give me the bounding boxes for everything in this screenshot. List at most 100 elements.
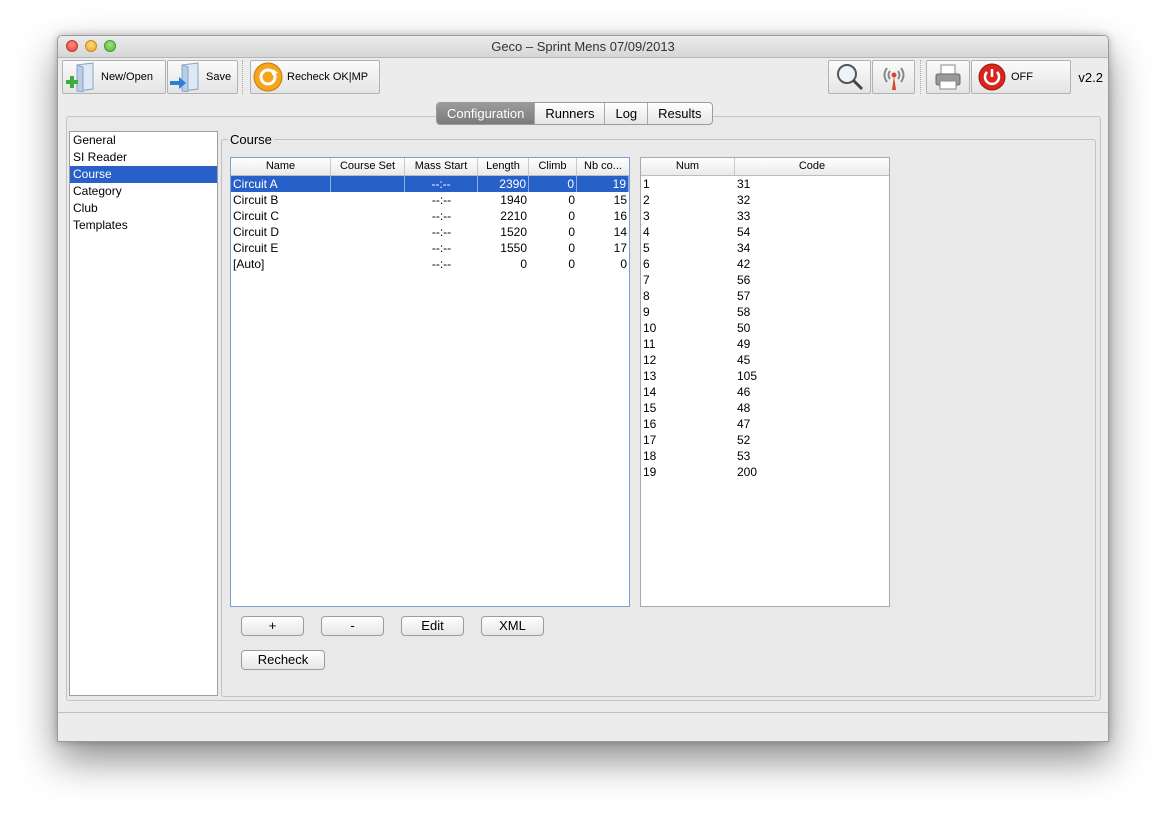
table-cell: --:-- bbox=[431, 225, 452, 239]
table-cell: --:-- bbox=[431, 241, 452, 255]
column-header-code[interactable]: Code bbox=[735, 158, 889, 175]
table-row[interactable]: 6 42 bbox=[641, 256, 889, 272]
close-window-button[interactable] bbox=[66, 40, 78, 52]
table-row[interactable]: [Auto] --:-- 0 0 0 bbox=[231, 256, 629, 272]
table-cell: 3 bbox=[643, 209, 650, 223]
status-bar bbox=[58, 712, 1108, 741]
new-open-button[interactable]: New/Open bbox=[62, 60, 166, 94]
station-button[interactable] bbox=[872, 60, 915, 94]
column-header-course-set[interactable]: Course Set bbox=[331, 158, 405, 175]
table-cell: 0 bbox=[568, 225, 575, 239]
app-window: Geco – Sprint Mens 07/09/2013 New/Open S… bbox=[57, 35, 1109, 742]
tab-runners[interactable]: Runners bbox=[534, 103, 604, 124]
tab-log[interactable]: Log bbox=[604, 103, 647, 124]
column-header-climb[interactable]: Climb bbox=[529, 158, 577, 175]
table-cell: 47 bbox=[737, 417, 751, 431]
add-course-button[interactable]: + bbox=[241, 616, 304, 636]
table-cell: 2390 bbox=[478, 176, 529, 192]
column-header-mass-start[interactable]: Mass Start bbox=[405, 158, 478, 175]
minimize-window-button[interactable] bbox=[85, 40, 97, 52]
recheck-button[interactable]: Recheck bbox=[241, 650, 325, 670]
recheck-ok-mp-label: Recheck OK|MP bbox=[287, 71, 369, 83]
table-cell: Circuit E bbox=[233, 241, 279, 255]
table-row[interactable]: 7 56 bbox=[641, 272, 889, 288]
table-row[interactable]: 13 105 bbox=[641, 368, 889, 384]
remove-course-button[interactable]: - bbox=[321, 616, 384, 636]
printer-icon bbox=[935, 64, 961, 90]
xml-import-button[interactable]: XML bbox=[481, 616, 544, 636]
nav-item-category[interactable]: Category bbox=[70, 183, 217, 200]
table-cell: 56 bbox=[737, 273, 751, 287]
zoom-window-button[interactable] bbox=[104, 40, 116, 52]
table-cell: 15 bbox=[613, 193, 627, 207]
magnifier-icon bbox=[836, 64, 863, 91]
print-button[interactable] bbox=[926, 60, 970, 94]
table-cell: 0 bbox=[620, 257, 627, 271]
refresh-icon bbox=[253, 62, 283, 92]
edit-course-button[interactable]: Edit bbox=[401, 616, 464, 636]
table-cell: Circuit A bbox=[231, 176, 331, 192]
table-cell: 50 bbox=[737, 321, 751, 335]
table-row[interactable]: Circuit C --:-- 2210 0 16 bbox=[231, 208, 629, 224]
course-group-title: Course bbox=[228, 132, 274, 147]
search-button[interactable] bbox=[828, 60, 871, 94]
new-file-icon bbox=[66, 62, 94, 92]
table-row[interactable]: Circuit E --:-- 1550 0 17 bbox=[231, 240, 629, 256]
table-cell bbox=[331, 192, 405, 208]
table-cell: 1550 bbox=[500, 241, 527, 255]
table-row[interactable]: 14 46 bbox=[641, 384, 889, 400]
table-cell: 0 bbox=[568, 209, 575, 223]
save-label: Save bbox=[206, 71, 232, 83]
recheck-ok-mp-button[interactable]: Recheck OK|MP bbox=[250, 60, 380, 94]
column-header-name[interactable]: Name bbox=[231, 158, 331, 175]
table-row[interactable]: 16 47 bbox=[641, 416, 889, 432]
table-cell: 58 bbox=[737, 305, 751, 319]
table-row[interactable]: 17 52 bbox=[641, 432, 889, 448]
nav-item-course[interactable]: Course bbox=[70, 166, 217, 183]
nav-item-templates[interactable]: Templates bbox=[70, 217, 217, 234]
off-toggle-button[interactable]: OFF bbox=[971, 60, 1071, 94]
table-cell: 105 bbox=[737, 369, 758, 383]
column-header-length[interactable]: Length bbox=[478, 158, 529, 175]
table-cell: 52 bbox=[737, 433, 751, 447]
table-row[interactable]: 3 33 bbox=[641, 208, 889, 224]
column-header-num[interactable]: Num bbox=[641, 158, 735, 175]
column-header-nb-controls[interactable]: Nb co... bbox=[577, 158, 629, 175]
table-row[interactable]: 5 34 bbox=[641, 240, 889, 256]
table-cell: 6 bbox=[643, 257, 650, 271]
table-row[interactable]: 10 50 bbox=[641, 320, 889, 336]
table-cell: 17 bbox=[613, 241, 627, 255]
table-cell: 34 bbox=[737, 241, 751, 255]
table-cell: 33 bbox=[737, 209, 751, 223]
table-row[interactable]: 12 45 bbox=[641, 352, 889, 368]
table-row[interactable]: 18 53 bbox=[641, 448, 889, 464]
tab-results[interactable]: Results bbox=[647, 103, 711, 124]
table-cell: 8 bbox=[643, 289, 650, 303]
table-row[interactable]: 19 200 bbox=[641, 464, 889, 480]
table-cell bbox=[331, 176, 405, 192]
nav-item-club[interactable]: Club bbox=[70, 200, 217, 217]
table-row[interactable]: 9 58 bbox=[641, 304, 889, 320]
toolbar-separator bbox=[920, 60, 921, 94]
table-row[interactable]: 11 49 bbox=[641, 336, 889, 352]
table-row[interactable]: 8 57 bbox=[641, 288, 889, 304]
save-button[interactable]: Save bbox=[167, 60, 238, 94]
table-row[interactable]: Circuit D --:-- 1520 0 14 bbox=[231, 224, 629, 240]
nav-item-general[interactable]: General bbox=[70, 132, 217, 149]
table-row[interactable]: 4 54 bbox=[641, 224, 889, 240]
table-cell: 200 bbox=[737, 465, 758, 479]
version-label: v2.2 bbox=[1078, 70, 1103, 85]
table-cell: --:-- bbox=[431, 209, 452, 223]
table-row[interactable]: Circuit A --:-- 2390 0 19 bbox=[231, 176, 629, 192]
table-row[interactable]: 15 48 bbox=[641, 400, 889, 416]
table-row[interactable]: 2 32 bbox=[641, 192, 889, 208]
toolbar-separator bbox=[242, 60, 243, 94]
table-cell: 32 bbox=[737, 193, 751, 207]
table-cell: Circuit D bbox=[233, 225, 280, 239]
table-row[interactable]: 1 31 bbox=[641, 176, 889, 192]
table-cell: 17 bbox=[643, 433, 657, 447]
table-cell: 57 bbox=[737, 289, 751, 303]
table-row[interactable]: Circuit B --:-- 1940 0 15 bbox=[231, 192, 629, 208]
tab-configuration[interactable]: Configuration bbox=[437, 103, 535, 124]
nav-item-si-reader[interactable]: SI Reader bbox=[70, 149, 217, 166]
